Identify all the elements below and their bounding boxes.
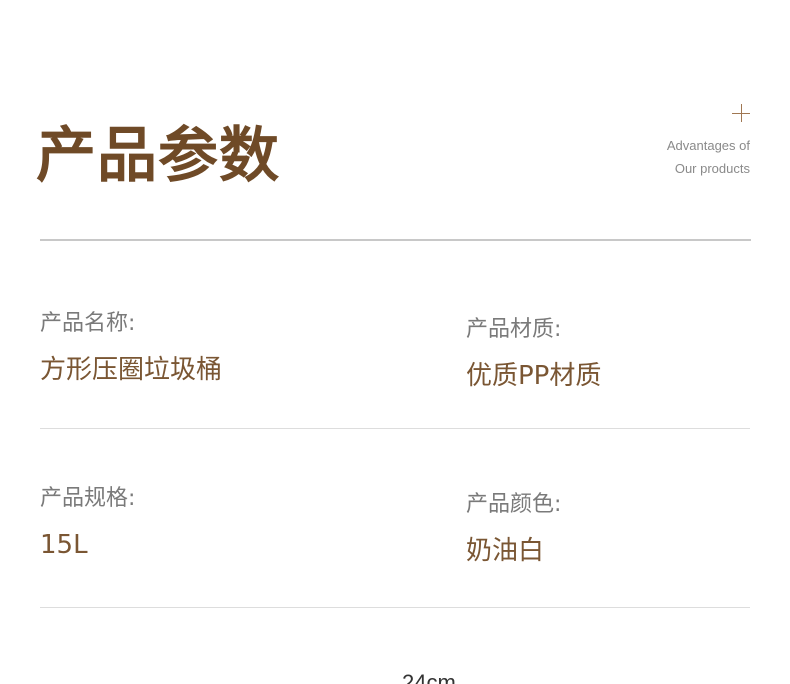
page-title: 产品参数	[36, 121, 280, 191]
param-value: 方形压圈垃圾桶	[40, 355, 223, 385]
dimension-label: 24cm	[402, 670, 456, 684]
param-spec: 产品规格: 15L	[40, 484, 135, 562]
header-divider	[40, 239, 751, 241]
tagline-line-1: Advantages of	[666, 138, 750, 153]
param-label: 产品材质:	[466, 317, 562, 342]
tagline-line-2: Our products	[674, 161, 750, 176]
param-product-name: 产品名称: 方形压圈垃圾桶	[40, 309, 222, 387]
param-value: 优质PP材质	[466, 361, 602, 391]
param-label: 产品规格:	[40, 486, 136, 511]
row-divider	[40, 428, 750, 429]
tagline: Advantages of Our products	[590, 134, 750, 180]
param-label: 产品名称:	[40, 311, 136, 336]
crosshair-icon	[732, 104, 750, 122]
param-material: 产品材质: 优质PP材质	[466, 315, 601, 393]
row-divider	[40, 607, 750, 608]
param-color: 产品颜色: 奶油白	[466, 490, 561, 568]
param-label: 产品颜色:	[466, 492, 562, 517]
param-value: 15L	[40, 530, 88, 560]
param-value: 奶油白	[466, 536, 545, 566]
